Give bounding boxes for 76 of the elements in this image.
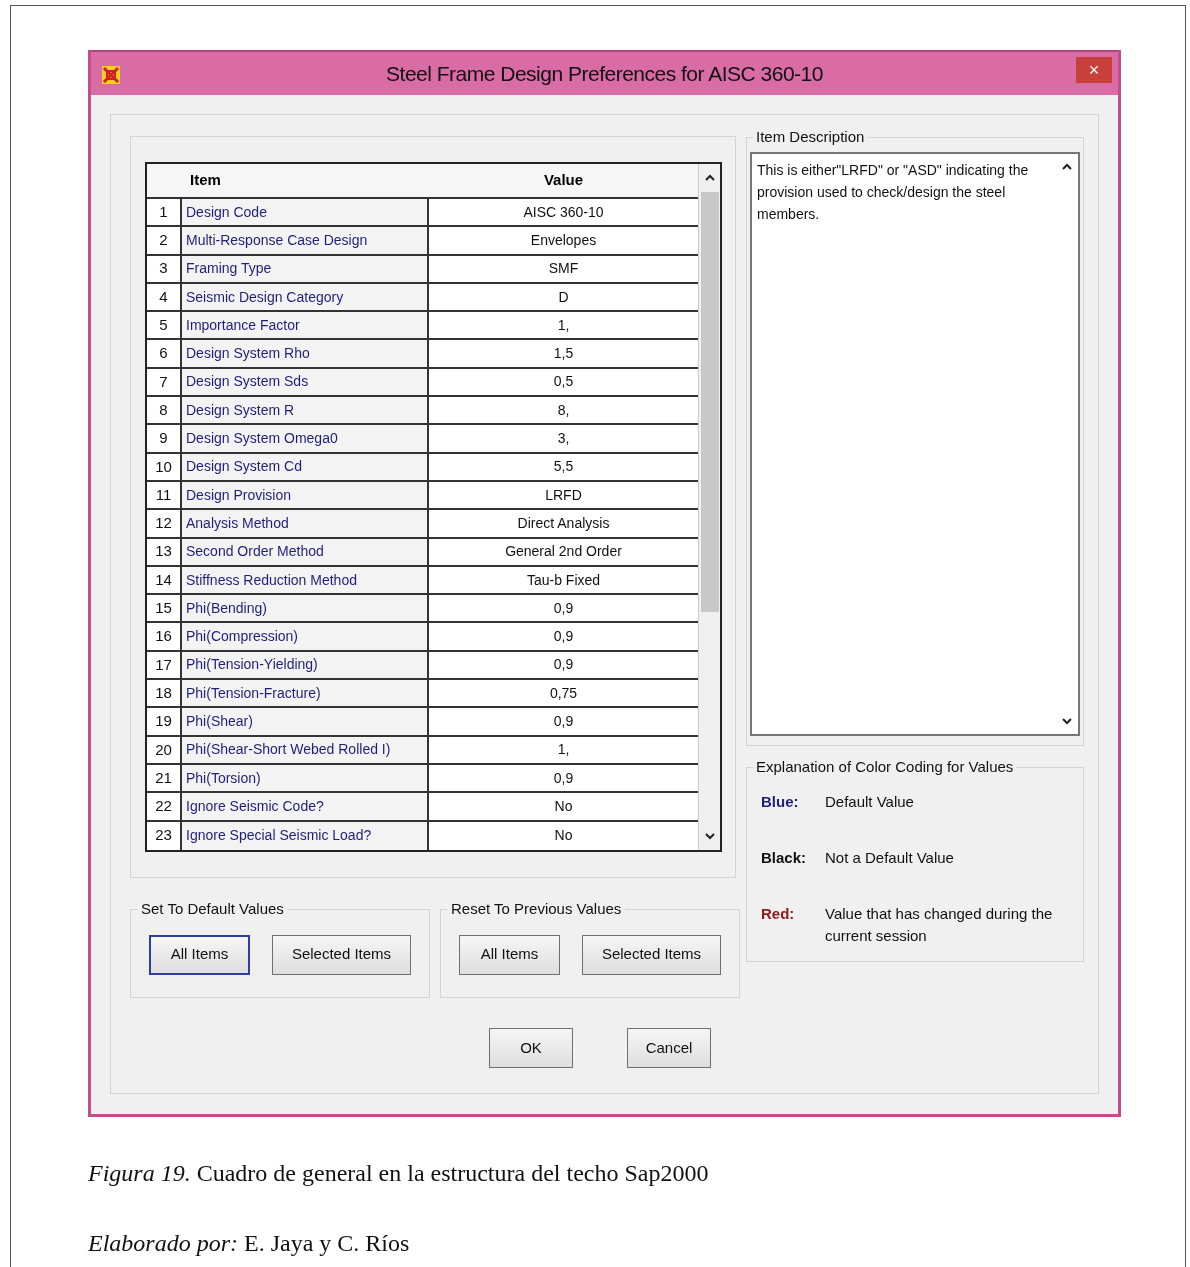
table-cell-text: 1,5 xyxy=(552,344,575,364)
column-header: Item xyxy=(190,170,221,191)
table-cell-text: Tau-b Fixed xyxy=(525,570,602,590)
table-cell-text: SMF xyxy=(547,259,580,279)
app-icon xyxy=(101,65,121,85)
table-cell: Phi(Tension-Fracture) xyxy=(182,680,429,707)
legend-label: Blue: xyxy=(761,791,800,812)
table-cell: Design System Omega0 xyxy=(182,425,429,452)
group-label: Item Description xyxy=(755,127,866,147)
table-cell-text: 8, xyxy=(556,400,571,420)
table-cell-text: 0,9 xyxy=(552,627,575,647)
column-header: Value xyxy=(543,170,584,191)
table-cell: Phi(Shear-Short Webed Rolled I) xyxy=(182,736,429,763)
cancel-button[interactable]: Cancel xyxy=(627,1028,711,1068)
legend-label: Black: xyxy=(761,847,808,868)
table-cell-text: Direct Analysis xyxy=(516,513,611,533)
table-cell-text: 0,9 xyxy=(552,655,575,675)
table-cell: Phi(Torsion) xyxy=(182,764,429,792)
table-cell: Ignore Seismic Code? xyxy=(182,793,429,820)
legend-text: Default Value xyxy=(825,791,915,812)
table-cell: Design Code xyxy=(182,199,429,226)
dialog-button[interactable]: Selected Items xyxy=(582,934,721,975)
table-cell: Analysis Method xyxy=(182,510,429,537)
table-cell-text: 0,9 xyxy=(552,712,575,731)
figure-caption: Elaborado por: E. Jaya y C. Ríos xyxy=(88,1229,411,1258)
scrollbar[interactable] xyxy=(698,164,720,850)
table-cell: Design System Rho xyxy=(182,340,429,367)
table-cell-text: AISC 360-10 xyxy=(522,202,605,222)
table-cell: Design System Sds xyxy=(182,368,429,396)
table-cell-text: 0,5 xyxy=(552,372,575,392)
table-cell-text: D xyxy=(557,287,570,307)
table-cell-text: 3, xyxy=(556,429,571,448)
legend-text: Not a Default Value xyxy=(825,847,955,868)
table-cell: Ignore Special Seismic Load? xyxy=(182,821,429,850)
table-cell-text: Envelopes xyxy=(529,230,598,250)
legend-label: Red: xyxy=(761,903,796,924)
scroll-up-icon[interactable] xyxy=(1061,161,1073,172)
table-cell: Stiffness Reduction Method xyxy=(182,566,429,594)
table-cell: Design Provision xyxy=(182,481,429,509)
table-cell: Multi-Response Case Design xyxy=(182,227,429,254)
table-cell-text: 0,75 xyxy=(548,683,579,703)
table-cell-text: 5,5 xyxy=(552,457,575,477)
window-title: Steel Frame Design Preferences for AISC 360-10 xyxy=(386,60,823,87)
group-label: Set To Default Values xyxy=(140,899,285,919)
dialog-button[interactable]: All Items xyxy=(149,934,250,975)
table-cell-text: 0,9 xyxy=(552,768,575,788)
scroll-up-icon[interactable] xyxy=(703,173,716,183)
table-cell: Phi(Tension-Yielding) xyxy=(182,651,429,679)
table-cell-text: General 2nd Order xyxy=(504,542,623,562)
table-cell-text: No xyxy=(553,826,574,846)
dialog-button[interactable]: Selected Items xyxy=(272,934,411,975)
scrollbar-thumb[interactable] xyxy=(700,192,719,612)
scroll-down-icon[interactable] xyxy=(1061,715,1073,726)
table-cell: Phi(Shear) xyxy=(182,708,429,735)
description-text: This is either"LRFD" or "ASD" indicating the provision used to check/design the steel members. xyxy=(756,160,1030,224)
table-cell: Design System Cd xyxy=(182,453,429,480)
scroll-down-icon[interactable] xyxy=(703,830,716,841)
table-cell-text: 1, xyxy=(556,315,571,335)
table-cell: Importance Factor xyxy=(182,312,429,339)
table-cell-text: 0,9 xyxy=(552,598,575,618)
group-label: Reset To Previous Values xyxy=(450,899,623,919)
table-cell-text: No xyxy=(553,796,574,816)
table-cell-text: 1, xyxy=(556,740,571,760)
table-cell: Phi(Bending) xyxy=(182,595,429,622)
table-cell: Seismic Design Category xyxy=(182,283,429,311)
table-cell: Design System R xyxy=(182,397,429,424)
table-cell: Framing Type xyxy=(182,255,429,282)
close-button[interactable]: × xyxy=(1076,57,1112,83)
table-cell-text: LRFD xyxy=(544,485,583,505)
group-label: Explanation of Color Coding for Values xyxy=(755,757,1015,777)
figure-caption: Figura 19. Cuadro de general en la estructura del techo Sap2000 xyxy=(88,1159,710,1188)
table-cell: Second Order Method xyxy=(182,538,429,565)
dialog-button[interactable]: All Items xyxy=(459,934,560,975)
table-cell: Phi(Compression) xyxy=(182,623,429,650)
legend-text: Value that has changed during the current session xyxy=(825,903,1054,946)
ok-button[interactable]: OK xyxy=(489,1028,573,1068)
